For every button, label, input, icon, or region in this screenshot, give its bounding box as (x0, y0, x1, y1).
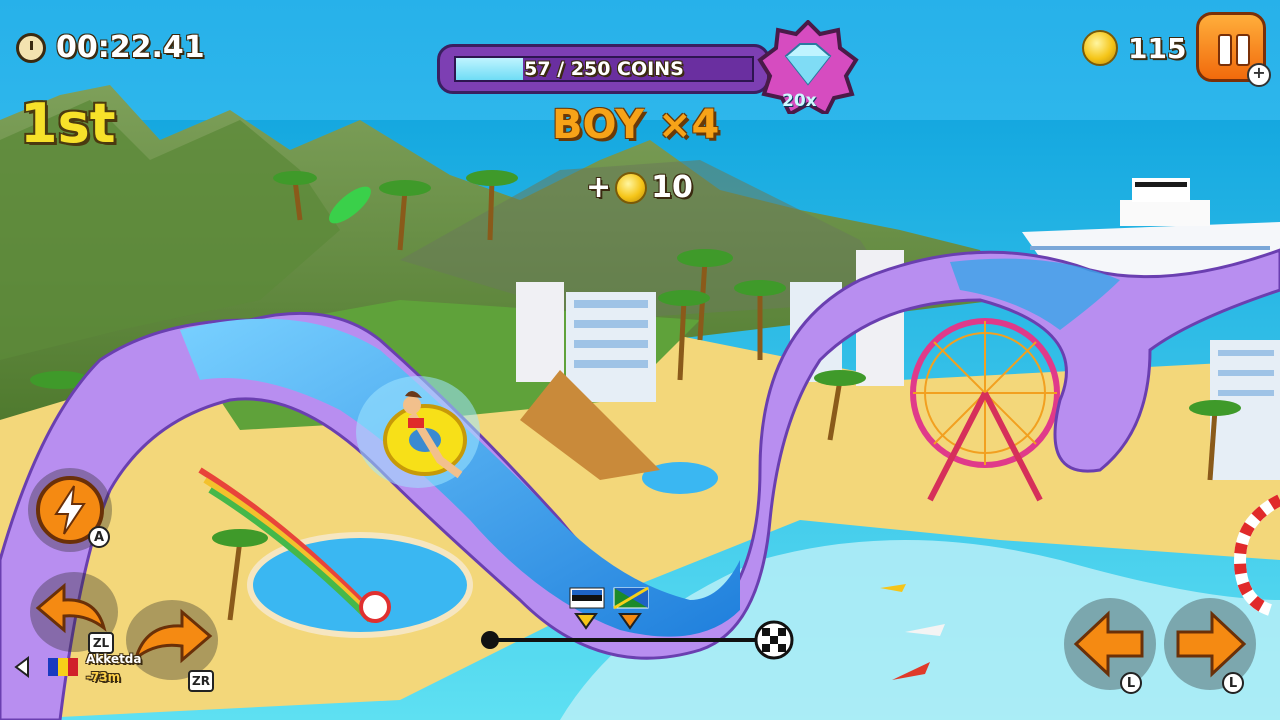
coin-icon (615, 171, 648, 204)
pause-icon (1218, 34, 1232, 66)
coin-icon (1082, 30, 1118, 66)
rival-name: Akketda (86, 652, 142, 666)
arrow-left-icon (1073, 610, 1144, 678)
curved-arrow-right-icon (133, 608, 213, 664)
steer-left-button[interactable]: L (1064, 598, 1156, 694)
coin-bonus: + 10 (586, 170, 693, 205)
start-marker (481, 631, 499, 649)
coin-counter: 115 (1082, 30, 1186, 66)
steer-left-key: L (1120, 672, 1142, 694)
coin-progress-bar: 57 / 250 COINS (437, 44, 770, 94)
timer-value: 00:22.41 (56, 30, 205, 65)
steer-right-button[interactable]: L (1164, 598, 1256, 694)
coins-total: 115 (1128, 31, 1187, 65)
progress-track: 57 / 250 COINS (454, 56, 754, 82)
boost-key: A (88, 526, 110, 548)
checkered-flag-icon (754, 620, 794, 660)
plus-key-icon: + (1247, 63, 1271, 87)
rival-indicator (14, 654, 84, 683)
spin-left-key: ZL (88, 632, 114, 654)
stopwatch-icon (16, 32, 46, 63)
swimming-pool (247, 532, 473, 638)
steer-right-key: L (1222, 672, 1244, 694)
race-position: 1st (20, 92, 116, 155)
gem-multiplier: 20x (782, 91, 817, 111)
race-progress-track (481, 586, 794, 660)
boost-button[interactable]: A (28, 468, 112, 552)
player-character (356, 376, 480, 488)
beach-ball (359, 591, 391, 623)
racer-flag-solomon (613, 586, 649, 630)
pause-icon-bar (1236, 34, 1250, 66)
race-timer: 00:22.41 (16, 30, 205, 65)
rival-flag-icon (14, 656, 78, 678)
spin-right-button[interactable]: ZR (126, 600, 218, 692)
progress-label: 57 / 250 COINS (524, 58, 684, 80)
rival-distance: -73m (86, 670, 121, 684)
pause-button[interactable]: + (1196, 12, 1271, 87)
bonus-plus: + (586, 170, 612, 205)
racer-flag-estonia (569, 587, 605, 630)
spin-right-key: ZR (188, 670, 214, 692)
combo-text: BOY ×4 (552, 102, 720, 148)
bonus-amount: 10 (651, 170, 693, 205)
spin-left-button[interactable]: ZL (30, 572, 118, 654)
